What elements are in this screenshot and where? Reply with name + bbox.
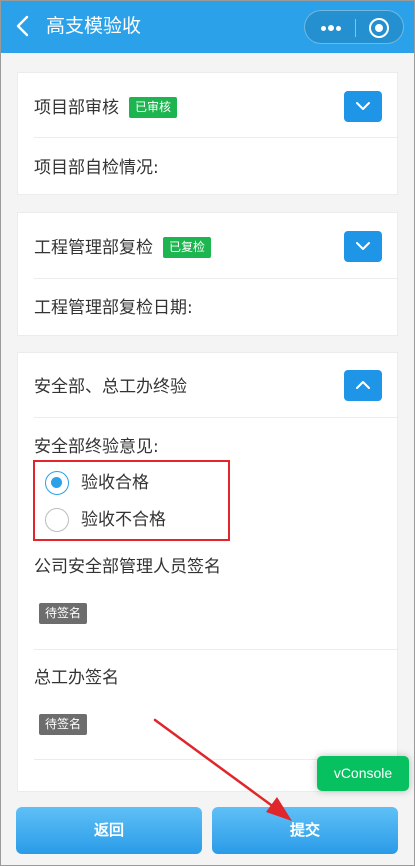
radio-checked-icon[interactable] [45, 471, 69, 495]
collapse-button[interactable] [344, 370, 382, 401]
chief-sign-label: 总工办签名 [34, 668, 119, 688]
target-close-icon[interactable] [366, 16, 392, 40]
page-title: 高支模验收 [46, 15, 142, 37]
footer-bar: 返回 提交 [0, 795, 415, 866]
submit-button[interactable]: 提交 [212, 807, 398, 854]
status-badge: 已审核 [129, 97, 178, 118]
mini-program-capsule [304, 10, 404, 44]
status-badge: 已复检 [163, 237, 212, 258]
final-inspection-card: 安全部、总工办终验 安全部终验意见: 公司安全部管理人员签名 待签名 总工办签名… [17, 352, 398, 792]
back-button[interactable]: 返回 [16, 807, 202, 854]
vconsole-button[interactable]: vConsole [317, 756, 409, 791]
chevron-up-icon [356, 381, 370, 389]
chevron-down-icon [356, 242, 370, 250]
highlight-box: 验收合格 验收不合格 [33, 460, 230, 541]
safety-sign-label: 公司安全部管理人员签名 [34, 557, 221, 577]
expand-button[interactable] [344, 91, 382, 122]
chevron-down-icon [356, 102, 370, 110]
radio-label: 验收合格 [81, 473, 149, 493]
card-title: 工程管理部复检 [34, 238, 153, 258]
divider [34, 417, 397, 418]
navigation-bar: 高支模验收 [0, 0, 415, 53]
opinion-label: 安全部终验意见: [34, 437, 159, 457]
card-title: 安全部、总工办终验 [34, 377, 187, 397]
field-label: 工程管理部复检日期: [34, 298, 193, 318]
project-review-card: 项目部审核 已审核 项目部自检情况: [17, 72, 398, 195]
divider [34, 137, 397, 138]
field-label: 项目部自检情况: [34, 158, 159, 178]
expand-button[interactable] [344, 231, 382, 262]
safety-sign-status[interactable]: 待签名 [39, 603, 88, 624]
capsule-divider [355, 19, 356, 37]
chief-sign-status[interactable]: 待签名 [39, 714, 88, 735]
engineering-recheck-card: 工程管理部复检 已复检 工程管理部复检日期: [17, 212, 398, 336]
card-title: 项目部审核 [34, 98, 119, 118]
back-chevron-icon[interactable] [14, 15, 34, 37]
divider [34, 278, 397, 279]
divider [34, 649, 397, 650]
radio-label: 验收不合格 [81, 510, 166, 530]
more-dots-icon[interactable] [313, 17, 349, 39]
radio-unchecked-icon[interactable] [45, 508, 69, 532]
